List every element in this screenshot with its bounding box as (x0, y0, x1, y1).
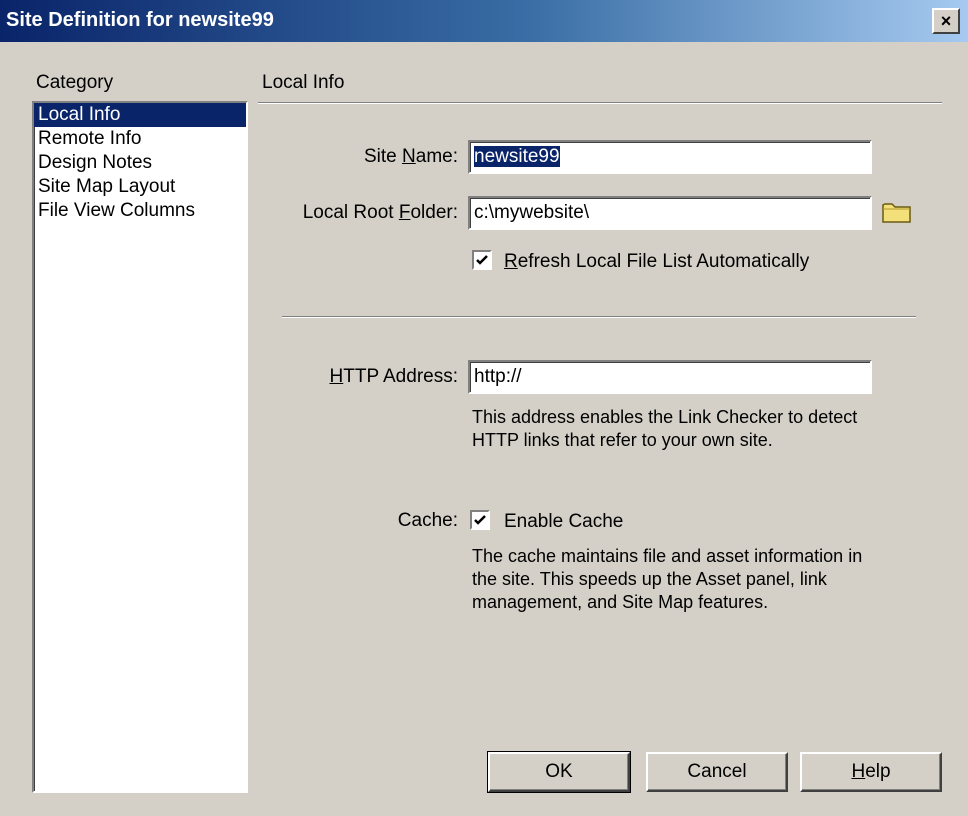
http-address-value: http:// (474, 366, 522, 387)
refresh-label[interactable]: Refresh Local File List Automatically (504, 251, 809, 273)
http-address-input[interactable]: http:// (468, 360, 872, 394)
checkmark-icon (474, 515, 486, 525)
local-root-folder-input[interactable]: c:\mywebsite\ (468, 196, 872, 230)
ok-button[interactable]: OK (487, 751, 631, 793)
http-help-text: This address enables the Link Checker to… (472, 407, 858, 450)
cache-label: Cache: (397, 510, 458, 531)
cache-help-text: The cache maintains file and asset infor… (472, 546, 863, 612)
middle-divider (282, 316, 916, 318)
close-icon: × (940, 11, 952, 31)
ok-button-label: OK (545, 761, 573, 782)
category-item-local-info[interactable]: Local Info (34, 103, 246, 127)
window-title: Site Definition for newsite99 (6, 9, 274, 31)
help-button-label: Help (851, 761, 891, 782)
section-divider (258, 102, 942, 104)
category-item-site-map-layout[interactable]: Site Map Layout (34, 175, 246, 199)
category-label: Category (36, 72, 114, 93)
close-button[interactable]: × (932, 8, 960, 34)
title-bar: Site Definition for newsite99 × (0, 0, 968, 44)
cancel-button[interactable]: Cancel (646, 752, 788, 792)
cache-checkbox[interactable] (470, 510, 490, 530)
local-root-folder-value: c:\mywebsite\ (474, 202, 590, 223)
refresh-checkbox[interactable] (472, 250, 492, 270)
local-root-folder-label: Local Root Folder: (302, 202, 458, 223)
site-name-input[interactable]: newsite99 (468, 140, 872, 174)
cancel-button-label: Cancel (687, 761, 747, 782)
site-name-value: newsite99 (474, 146, 560, 167)
section-title: Local Info (262, 72, 345, 93)
site-name-label: Site Name: (363, 146, 458, 167)
http-address-label: HTTP Address: (329, 366, 459, 387)
cache-check-label[interactable]: Enable Cache (504, 511, 623, 533)
help-button[interactable]: Help (800, 752, 942, 792)
folder-icon[interactable] (882, 200, 912, 224)
checkmark-icon (476, 255, 488, 265)
